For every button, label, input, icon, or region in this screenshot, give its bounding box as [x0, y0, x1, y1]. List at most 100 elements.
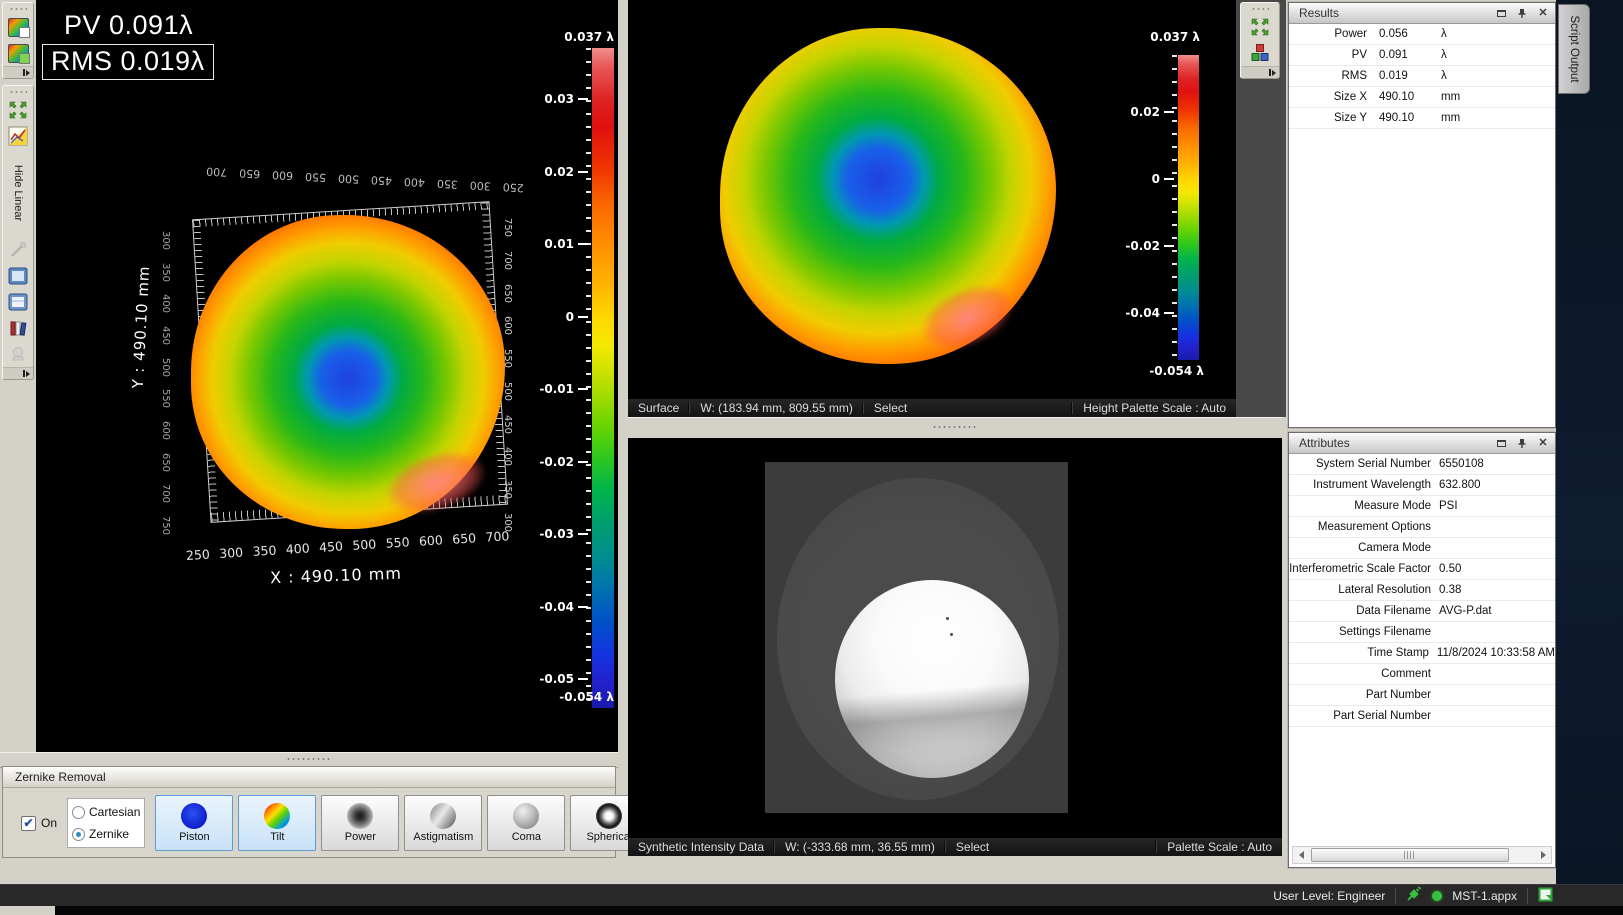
data-window-icon[interactable]: [6, 290, 30, 314]
rgb-cubes-icon[interactable]: [1248, 41, 1272, 65]
intensity-data-view[interactable]: [628, 438, 1282, 838]
colorbar-tick-labels: 0.020-0.02-0.04: [1094, 105, 1176, 320]
astigmatism-button[interactable]: Astigmatism: [404, 795, 482, 851]
horizontal-splitter[interactable]: [628, 417, 1282, 440]
false-color-surface-blob[interactable]: [191, 215, 505, 529]
attribute-row: Measure ModePSI: [1289, 496, 1555, 517]
tilt-icon: [264, 803, 290, 829]
select-mode-button[interactable]: Select: [864, 401, 917, 415]
status-ok-indicator: [1432, 891, 1442, 901]
scrollbar-thumb[interactable]: [1311, 848, 1509, 862]
palette-scale-button[interactable]: Height Palette Scale : Auto: [1073, 401, 1236, 415]
measure-pencil-icon[interactable]: [6, 238, 30, 262]
toolbar-expand-button[interactable]: [3, 367, 33, 379]
result-row: Size X490.10mm: [1289, 87, 1555, 108]
stamp-tool-icon[interactable]: [6, 342, 30, 366]
surface-map-view-icon[interactable]: [6, 15, 30, 39]
coma-button[interactable]: Coma: [487, 795, 565, 851]
surface-map-view[interactable]: 0.037 λ 0.020-0.02-0.04 -0.054 λ: [628, 0, 1236, 399]
view-mini-toolbar: [1240, 2, 1280, 79]
false-color-surface-map[interactable]: [720, 28, 1056, 364]
intensity-map-view-icon[interactable]: [6, 41, 30, 65]
radio-cartesian-label: Cartesian: [89, 805, 140, 819]
zernike-term-buttons: Piston Tilt Power Astigmatism Coma: [155, 795, 648, 851]
result-row: Size Y490.10mm: [1289, 108, 1555, 129]
toolbar-expand-button[interactable]: [3, 66, 33, 78]
radio-circle-icon: [72, 828, 85, 841]
attribute-row: System Serial Number6550108: [1289, 454, 1555, 475]
on-checkbox-label: On: [41, 816, 57, 830]
surface-defect-patch: [913, 273, 1022, 362]
app-status-bar: User Level: Engineer MST-1.appx: [0, 884, 1623, 906]
zernike-panel-title: Zernike Removal: [3, 767, 615, 788]
minimize-icon[interactable]: [1495, 438, 1507, 449]
scroll-right-arrow[interactable]: [1535, 847, 1551, 863]
attribute-row: Camera Mode: [1289, 538, 1555, 559]
power-icon: [347, 803, 373, 829]
hide-linear-button[interactable]: Hide Linear: [3, 149, 33, 237]
height-colorbar[interactable]: [1178, 55, 1199, 360]
surface-view-status-bar: Surface W: (183.94 mm, 809.55 mm) Select…: [628, 399, 1236, 417]
attribute-row: Settings Filename: [1289, 622, 1555, 643]
radio-zernike[interactable]: Zernike: [72, 827, 140, 841]
dust-speck: [946, 617, 949, 620]
piston-button[interactable]: Piston: [155, 795, 233, 851]
attributes-horizontal-scrollbar[interactable]: [1292, 846, 1552, 864]
view-type-label: Surface: [628, 401, 689, 415]
zernike-on-checkbox-group: ✔ On: [21, 816, 57, 831]
close-icon[interactable]: ✕: [1537, 8, 1549, 19]
radio-zernike-label: Zernike: [89, 827, 129, 841]
connection-plug-icon: [1406, 886, 1422, 905]
y-axis-label: Y : 490.10 mm: [127, 227, 155, 428]
report-window-icon[interactable]: [6, 264, 30, 288]
toolbar-expand-button[interactable]: [1241, 66, 1279, 78]
cursor-position-readout: W: (183.94 mm, 809.55 mm): [690, 401, 863, 415]
script-output-tab[interactable]: Script Output: [1558, 4, 1590, 94]
palette-scale-button[interactable]: Palette Scale : Auto: [1157, 840, 1282, 854]
radio-circle-icon: [72, 806, 85, 819]
pin-icon[interactable]: [1516, 438, 1528, 449]
library-books-icon[interactable]: [6, 316, 30, 340]
on-checkbox[interactable]: ✔: [21, 816, 36, 831]
intensity-bright-spot: [835, 580, 1029, 778]
height-colorbar[interactable]: [592, 48, 614, 708]
radio-cartesian[interactable]: Cartesian: [72, 805, 140, 819]
minimize-icon[interactable]: [1495, 8, 1507, 19]
power-button[interactable]: Power: [321, 795, 399, 851]
app-script-icon: [1538, 887, 1553, 905]
attributes-panel-title: Attributes: [1299, 436, 1350, 450]
surface-defect-patch: [380, 441, 492, 524]
toolbar-grip[interactable]: [9, 90, 27, 94]
colorbar-max-label: 0.037 λ: [1104, 30, 1200, 44]
oblique-surface-plot[interactable]: PV 0.091λ RMS 0.019λ 2503003504004505005…: [36, 0, 618, 752]
attribute-row: Comment: [1289, 664, 1555, 685]
intensity-view-status-bar: Synthetic Intensity Data W: (-333.68 mm,…: [628, 838, 1282, 856]
close-icon[interactable]: ✕: [1537, 438, 1549, 449]
cursor-position-readout: W: (-333.68 mm, 36.55 mm): [775, 840, 945, 854]
linear-profile-plot-icon[interactable]: [6, 124, 30, 148]
move-resize-arrows-icon[interactable]: [1248, 15, 1272, 39]
attribute-row: Time Stamp11/8/2024 10:33:58 AM: [1289, 643, 1555, 664]
result-row: Power0.056λ: [1289, 24, 1555, 45]
tilt-button[interactable]: Tilt: [238, 795, 316, 851]
result-row: RMS0.019λ: [1289, 66, 1555, 87]
zernike-panel-body: ✔ On Cartesian Zernike Piston: [3, 788, 615, 858]
y-axis-ticks-left: 300350400450500550600650700750: [156, 235, 176, 531]
x-axis-ticks-bottom: 250300350400450500550600650700: [186, 528, 510, 563]
toolbar-grip[interactable]: [9, 7, 27, 11]
toolbar-group-tools: Hide Linear: [2, 85, 34, 380]
scroll-left-arrow[interactable]: [1293, 847, 1309, 863]
select-mode-button[interactable]: Select: [946, 840, 999, 854]
move-resize-arrows-icon[interactable]: [6, 98, 30, 122]
pv-annotation: PV 0.091λ: [64, 10, 193, 41]
spherical-icon: [596, 803, 622, 829]
taskbar-edge: [55, 906, 1623, 915]
pin-icon[interactable]: [1516, 8, 1528, 19]
results-panel: Results ✕ Power0.056λ PV0.091λ RMS0.019λ…: [1288, 2, 1556, 428]
attribute-row: Part Serial Number: [1289, 706, 1555, 727]
toolbar-grip[interactable]: [1251, 7, 1269, 11]
colorbar-min-label: -0.054 λ: [526, 690, 614, 704]
user-level-label: User Level: Engineer: [1273, 889, 1385, 903]
rms-annotation: RMS 0.019λ: [42, 44, 214, 80]
x-axis-label: X : 490.10 mm: [206, 561, 467, 589]
